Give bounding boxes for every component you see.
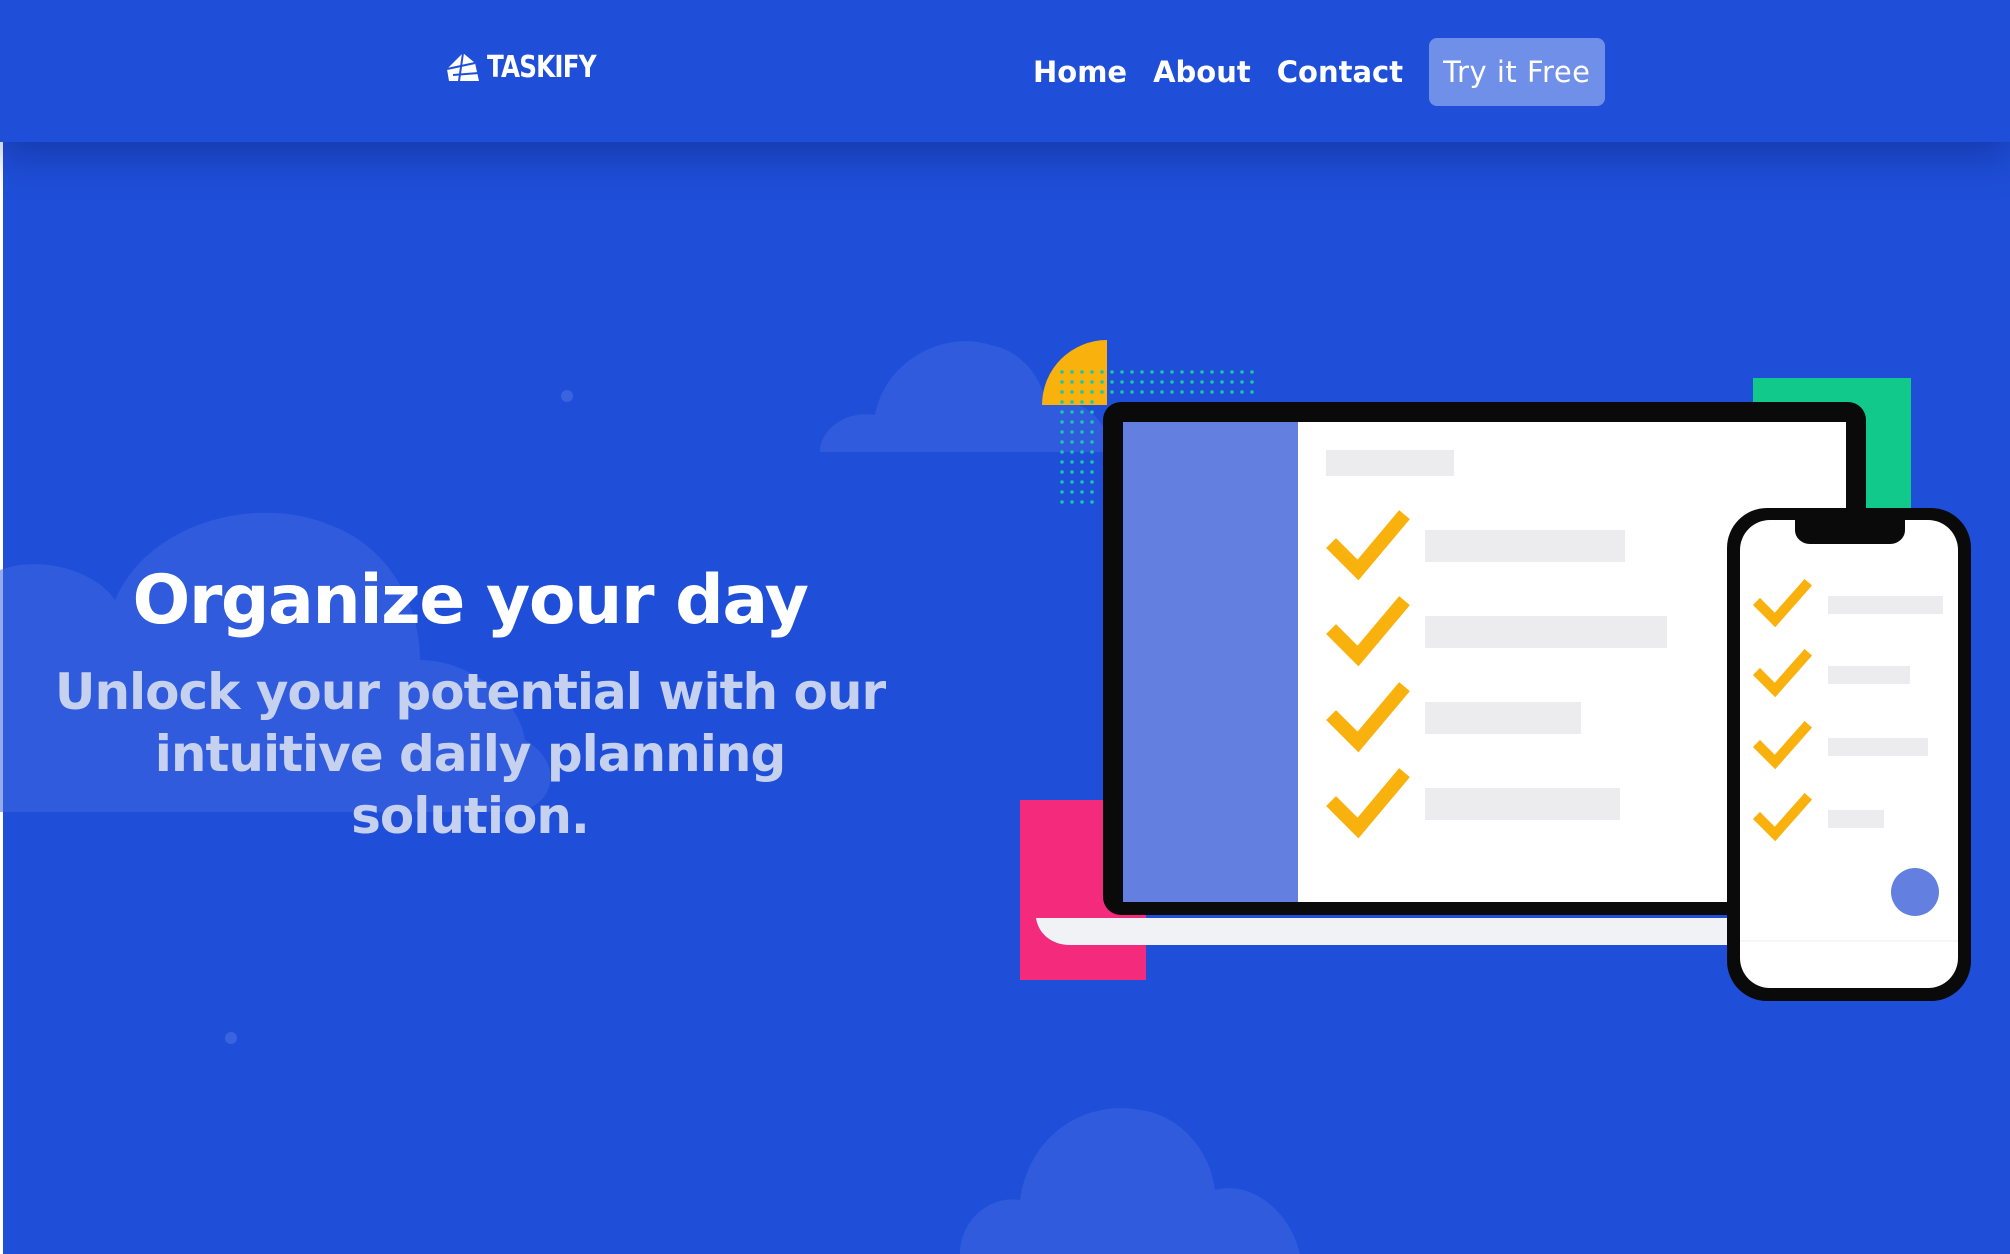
hero-illustration	[1020, 340, 1971, 1001]
hero-subtitle: Unlock your potential with our intuitive…	[40, 661, 900, 847]
crystal-icon	[446, 52, 480, 81]
brand-name: TASKIFY	[487, 50, 597, 85]
nav-link-home[interactable]: Home	[1033, 38, 1127, 106]
hero-subtitle-line-2: intuitive daily planning solution.	[154, 725, 787, 845]
phone-icon	[1727, 508, 1971, 1001]
phone-fab-button	[1891, 868, 1939, 916]
brand-logo[interactable]: TASKIFY	[445, 50, 620, 85]
nav-link-about[interactable]: About	[1153, 38, 1251, 106]
top-navbar: TASKIFY Home About Contact Try it Free	[0, 0, 2010, 142]
hero-title: Organize your day	[132, 561, 809, 640]
laptop-sidebar	[1123, 422, 1298, 902]
hero-text-block: Organize your day Unlock your potential …	[40, 555, 900, 847]
try-free-button[interactable]: Try it Free	[1429, 38, 1605, 106]
hero-subtitle-line-1: Unlock your potential with our	[54, 663, 886, 721]
nav-link-contact[interactable]: Contact	[1277, 38, 1403, 106]
landing-page: TASKIFY Home About Contact Try it Free O…	[0, 0, 2010, 1254]
yellow-quarter-shape	[1042, 340, 1107, 405]
main-nav: Home About Contact Try it Free	[1033, 38, 1605, 106]
